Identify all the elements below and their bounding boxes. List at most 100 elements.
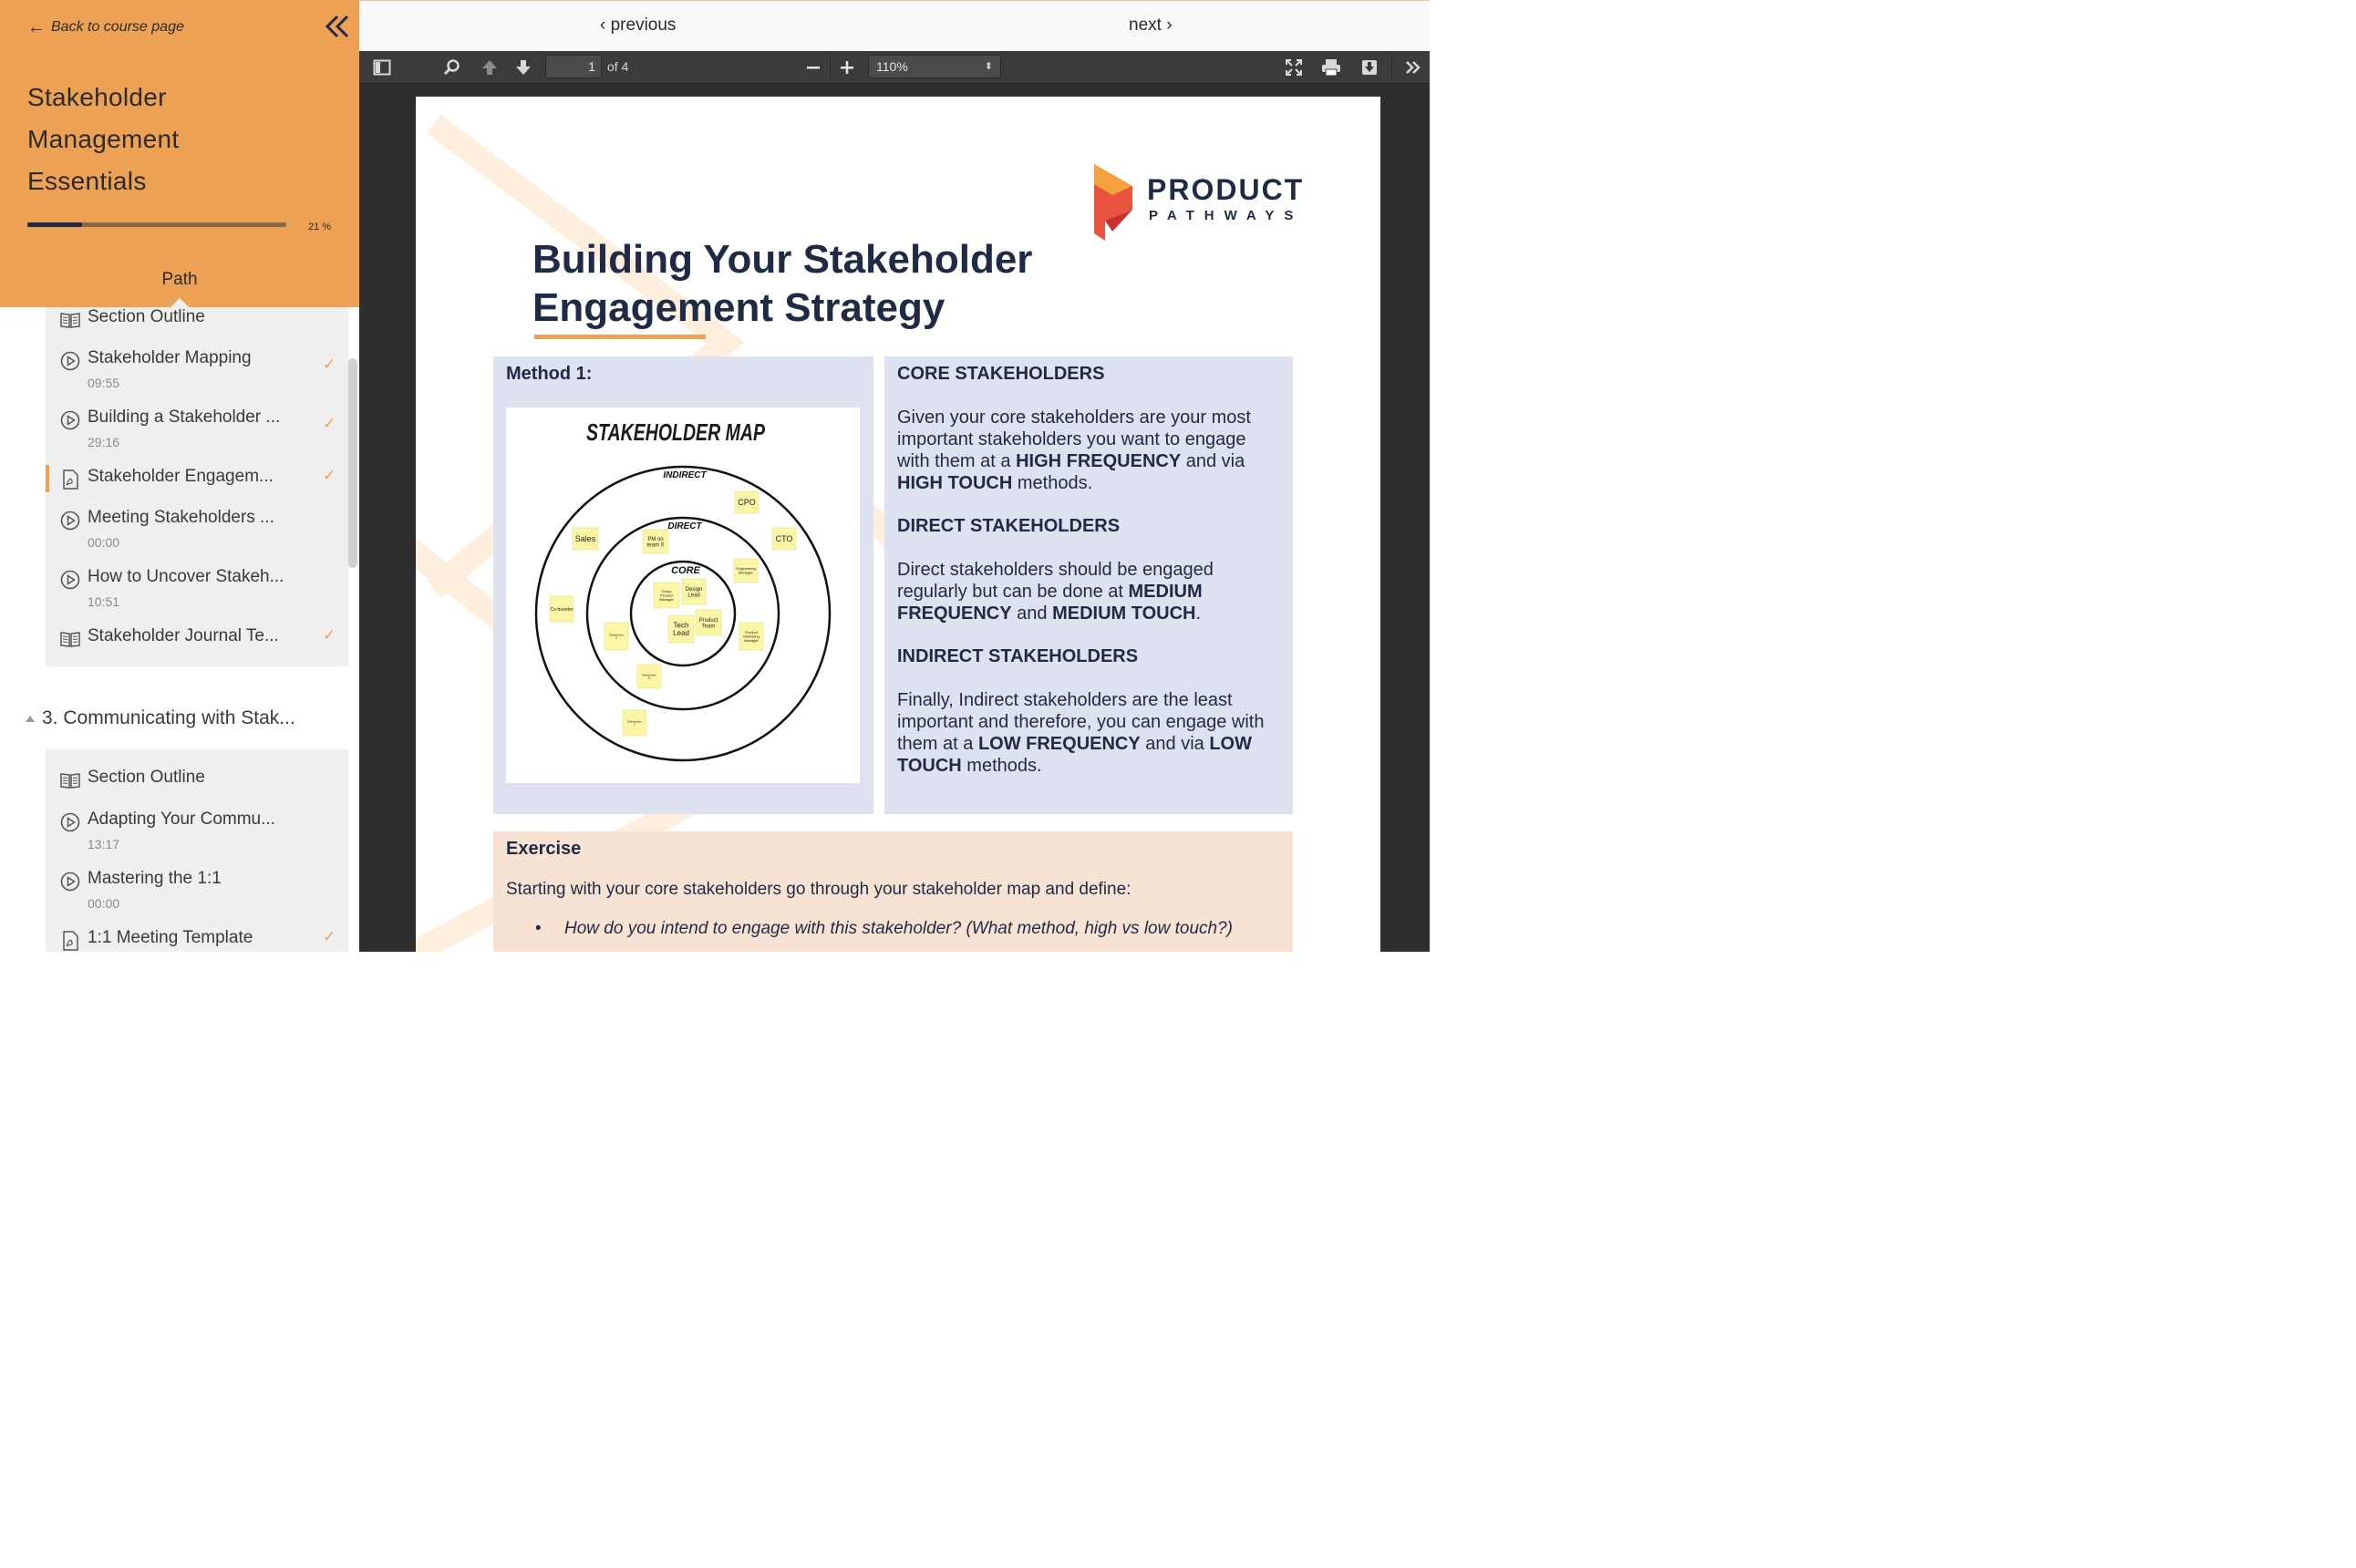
lesson-item[interactable]: How to Uncover Stakeh... 10:51	[46, 567, 348, 614]
section-title: 3. Communicating with Stak...	[42, 707, 295, 728]
lesson-duration: 09:55	[88, 376, 120, 390]
download-button[interactable]	[1358, 57, 1381, 78]
print-button[interactable]	[1319, 57, 1343, 78]
lesson-type-icon	[60, 629, 80, 649]
tab-path[interactable]: Path	[0, 270, 359, 290]
arrow-down-icon	[516, 60, 531, 75]
lesson-item[interactable]: Adapting Your Commu... 13:17	[46, 810, 348, 857]
stakeholder-map-graphic: STAKEHOLDER MAP INDIRECT DIRECT CORE CPO…	[534, 418, 832, 762]
play-icon	[60, 812, 80, 832]
complete-check-icon: ✓	[323, 467, 336, 484]
complete-check-icon: ✓	[323, 356, 336, 373]
double-chevron-right-icon	[1406, 61, 1421, 74]
exercise-title: Exercise	[506, 839, 582, 859]
zoom-select[interactable]: 110% ⬍	[868, 55, 1001, 78]
zoom-out-button[interactable]	[801, 57, 825, 78]
progress-fill	[27, 222, 82, 227]
brand-name: PRODUCT	[1147, 173, 1305, 206]
current-lesson-marker	[46, 465, 49, 492]
sticky-note: Tech Lead	[667, 614, 695, 644]
logo-mark-icon	[1094, 164, 1132, 241]
core-paragraph: Given your core stakeholders are your mo…	[897, 407, 1251, 493]
printer-icon	[1322, 59, 1340, 77]
sticky-note: Sales	[572, 527, 599, 551]
method-label: Method 1:	[506, 364, 593, 384]
sticky-note: Engineering Manager	[733, 558, 759, 583]
sticky-note: Co-founder	[549, 595, 574, 623]
lesson-title: Stakeholder Mapping	[88, 348, 252, 367]
lesson-title: Section Outline	[88, 768, 205, 787]
lesson-item[interactable]: 1:1 Meeting Template ✓	[46, 928, 348, 952]
select-arrows-icon: ⬍	[984, 61, 993, 72]
lesson-item[interactable]: Section Outline	[46, 307, 348, 335]
title-underline	[534, 335, 706, 339]
lesson-item[interactable]: Section Outline	[46, 768, 348, 795]
pdf-viewer[interactable]: PRODUCT PATHWAYS Building Your Stakehold…	[359, 84, 1430, 952]
find-button[interactable]	[440, 57, 464, 78]
lesson-type-icon	[60, 410, 80, 430]
pdf-icon	[63, 469, 78, 490]
sticky-note: CTO	[771, 527, 797, 551]
zoom-in-button[interactable]	[835, 57, 859, 78]
sticky-note-label: Tech Lead	[673, 621, 689, 637]
download-icon	[1362, 60, 1377, 75]
sticky-note: Group Product Manager	[653, 582, 680, 609]
lesson-duration: 13:17	[88, 837, 120, 851]
course-progress-bar	[27, 222, 286, 227]
pdf-toolbar: of 4 110% ⬍	[359, 51, 1430, 84]
collapse-sidebar-button[interactable]	[323, 13, 352, 42]
double-chevron-left-icon	[325, 15, 349, 38]
direct-heading: DIRECT STAKEHOLDERS	[897, 516, 1121, 536]
toolbar-divider	[1391, 57, 1392, 78]
sticky-note-label: Co-founder	[550, 607, 573, 613]
back-to-course-link[interactable]: ← Back to course page	[27, 18, 184, 36]
tools-button[interactable]	[1401, 57, 1425, 78]
pdf-icon	[63, 931, 78, 951]
lesson-item[interactable]: Building a Stakeholder ... 29:16 ✓	[46, 407, 348, 455]
section-header-3[interactable]: 3. Communicating with Stak...	[26, 707, 295, 729]
lesson-item[interactable]: Meeting Stakeholders ... 00:00	[46, 508, 348, 555]
play-icon	[60, 351, 80, 371]
lesson-item[interactable]: Stakeholder Engagem... ✓	[46, 465, 348, 494]
previous-button[interactable]: ‹ previous	[600, 15, 676, 36]
exercise-intro: Starting with your core stakeholders go …	[506, 880, 1132, 899]
lesson-title: Adapting Your Commu...	[88, 810, 275, 829]
toggle-sidebar-button[interactable]	[370, 57, 394, 78]
sticky-note: Product Team	[695, 609, 722, 636]
lesson-item[interactable]: Stakeholder Journal Te... ✓	[46, 626, 348, 654]
previous-page-button[interactable]	[478, 57, 501, 78]
exercise-panel: Exercise Starting with your core stakeho…	[493, 831, 1293, 952]
lesson-type-icon	[60, 310, 80, 330]
sticky-note: Stakeholder A	[604, 622, 629, 651]
lesson-type-icon	[60, 570, 80, 590]
core-heading: CORE STAKEHOLDERS	[897, 364, 1105, 384]
next-button[interactable]: next ›	[1129, 15, 1173, 36]
lesson-title: How to Uncover Stakeh...	[88, 567, 284, 586]
sticky-note: Stakeholder B	[636, 664, 662, 689]
sticky-note: Design Lead	[681, 578, 707, 605]
complete-check-icon: ✓	[323, 928, 336, 945]
method-panel: Method 1: STAKEHOLDER MAP INDIRECT DIREC…	[493, 356, 873, 814]
lesson-title: Mastering the 1:1	[88, 869, 222, 888]
next-page-button[interactable]	[512, 57, 535, 78]
lesson-title: Meeting Stakeholders ...	[88, 508, 274, 527]
page-number-input[interactable]	[545, 55, 602, 78]
sticky-note-label: Design Lead	[686, 587, 703, 599]
lesson-list-section-3: Section Outline Adapting Your Commu... 13:…	[46, 749, 348, 952]
sticky-note-label: PM on team X	[646, 537, 664, 549]
sidebar-toggle-icon	[373, 59, 391, 76]
lesson-type-icon	[60, 872, 80, 892]
presentation-mode-button[interactable]	[1282, 57, 1306, 78]
indirect-paragraph: Finally, Indirect stakeholders are the l…	[897, 690, 1265, 776]
sticky-note-label: Engineering Manager	[736, 566, 755, 574]
play-icon	[60, 511, 80, 531]
map-title: STAKEHOLDER MAP	[586, 418, 765, 446]
book-icon	[60, 313, 80, 328]
lesson-item[interactable]: Stakeholder Mapping 09:55 ✓	[46, 348, 348, 396]
sidebar-scrollbar[interactable]	[348, 358, 357, 568]
play-icon	[60, 872, 80, 892]
complete-check-icon: ✓	[323, 415, 336, 432]
complete-check-icon: ✓	[323, 626, 336, 644]
stakeholder-map-image: STAKEHOLDER MAP INDIRECT DIRECT CORE CPO…	[506, 407, 860, 783]
lesson-item[interactable]: Mastering the 1:1 00:00	[46, 869, 348, 916]
